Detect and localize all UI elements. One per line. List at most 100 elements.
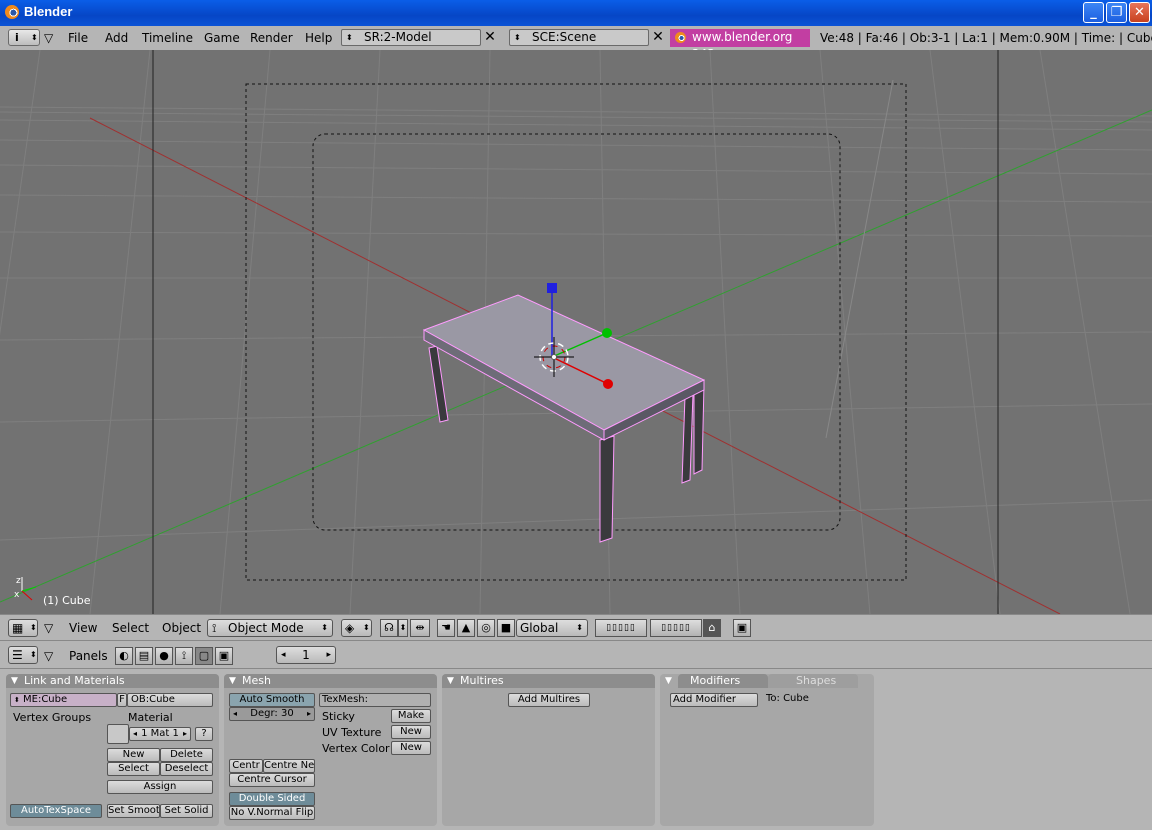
- tab-modifiers[interactable]: Modifiers: [678, 674, 768, 688]
- orientation-selector[interactable]: Global ⬍: [516, 619, 588, 637]
- tab-shapes[interactable]: Shapes: [768, 674, 858, 688]
- screen-selector[interactable]: ⬍ SR:2-Model: [341, 29, 481, 46]
- viewport-canvas[interactable]: z x: [0, 50, 1152, 614]
- object-context-icon[interactable]: ⟟: [175, 647, 193, 665]
- left-arrow-icon: ◂: [233, 709, 238, 718]
- table-mesh[interactable]: [422, 294, 706, 543]
- menu-object[interactable]: Object: [162, 621, 201, 635]
- editing-context-icon[interactable]: ▢: [195, 647, 213, 665]
- x-axis-handle[interactable]: [603, 379, 613, 389]
- centre-cursor-button[interactable]: Centre Cursor: [229, 773, 315, 787]
- delete-material-button[interactable]: Delete: [160, 748, 213, 762]
- script-context-icon[interactable]: ▤: [135, 647, 153, 665]
- window-title-bar[interactable]: Blender _ ❐ ✕: [0, 0, 1152, 26]
- mode-selector[interactable]: ⟟ Object Mode ⬍: [207, 619, 333, 637]
- uv-texture-label: UV Texture: [322, 726, 382, 739]
- hand-manipulator-icon[interactable]: ☚: [437, 619, 455, 637]
- deselect-material-button[interactable]: Deselect: [160, 762, 213, 776]
- pivot-updown-icon[interactable]: ⬍: [398, 619, 408, 637]
- updown-icon: ⬍: [30, 650, 37, 659]
- render-preview-icon[interactable]: ▣: [733, 619, 751, 637]
- fake-user-button[interactable]: F: [117, 693, 127, 707]
- uv-texture-new-button[interactable]: New: [391, 725, 431, 739]
- right-arrow-icon: ▸: [326, 650, 331, 660]
- lock-icon[interactable]: ⌂: [703, 619, 721, 637]
- updown-icon: ⬍: [321, 623, 328, 632]
- smooth-degree-field[interactable]: ◂ Degr: 30 ▸: [229, 707, 315, 721]
- collapse-triangle-icon[interactable]: ▼: [447, 674, 454, 688]
- window-type-menu[interactable]: i ⬍: [8, 29, 40, 46]
- menu-game[interactable]: Game: [204, 31, 240, 45]
- centre-new-button[interactable]: Centre Ne: [263, 759, 315, 773]
- svg-text:x: x: [14, 590, 20, 600]
- collapse-triangle-icon[interactable]: ▼: [11, 674, 18, 688]
- minimize-button[interactable]: _: [1083, 2, 1104, 23]
- delete-screen-button[interactable]: ✕: [481, 29, 499, 46]
- y-axis-handle[interactable]: [602, 328, 612, 338]
- panel-title: Link and Materials: [24, 674, 125, 687]
- panel-header[interactable]: ▼ Link and Materials: [6, 674, 219, 688]
- editor-type-menu[interactable]: ▦ ⬍: [8, 619, 38, 637]
- material-help-button[interactable]: ?: [195, 727, 213, 741]
- editor-type-menu[interactable]: ☰ ⬍: [8, 646, 38, 664]
- pivot-icon[interactable]: ☊: [380, 619, 398, 637]
- panel-header[interactable]: ▼ Multires: [442, 674, 655, 688]
- scale-icon[interactable]: ■: [497, 619, 515, 637]
- scene-selector[interactable]: ⬍ SCE:Scene: [509, 29, 649, 46]
- select-material-button[interactable]: Select: [107, 762, 160, 776]
- collapse-triangle-icon[interactable]: ▼: [665, 674, 672, 688]
- menu-select[interactable]: Select: [112, 621, 149, 635]
- collapse-menus-icon[interactable]: ▽: [44, 649, 53, 663]
- sticky-make-button[interactable]: Make: [391, 709, 431, 723]
- auto-tex-space-toggle[interactable]: AutoTexSpace: [10, 804, 102, 818]
- no-v-normal-flip-toggle[interactable]: No V.Normal Flip: [229, 806, 315, 820]
- z-axis-handle[interactable]: [547, 283, 557, 293]
- assign-material-button[interactable]: Assign: [107, 780, 213, 794]
- add-modifier-button[interactable]: Add Modifier: [670, 693, 758, 707]
- menu-file[interactable]: File: [68, 31, 88, 45]
- menu-timeline[interactable]: Timeline: [142, 31, 193, 45]
- screen-name: SR:2-Model: [364, 30, 432, 44]
- centre-button[interactable]: Centr: [229, 759, 263, 773]
- material-label: Material: [128, 711, 173, 724]
- align-icon[interactable]: ⇹: [410, 619, 430, 637]
- set-smooth-button[interactable]: Set Smoot: [107, 804, 160, 818]
- menu-view[interactable]: View: [69, 621, 97, 635]
- collapse-triangle-icon[interactable]: ▼: [229, 674, 236, 688]
- vertex-color-new-button[interactable]: New: [391, 741, 431, 755]
- shading-context-icon[interactable]: ●: [155, 647, 173, 665]
- set-solid-button[interactable]: Set Solid: [160, 804, 213, 818]
- menu-add[interactable]: Add: [105, 31, 128, 45]
- blender-url-link[interactable]: www.blender.org 243: [670, 29, 810, 61]
- 3d-viewport[interactable]: z x (1) Cube: [0, 50, 1152, 614]
- logic-context-icon[interactable]: ◐: [115, 647, 133, 665]
- auto-smooth-toggle[interactable]: Auto Smooth: [229, 693, 315, 707]
- svg-text:z: z: [16, 576, 21, 586]
- material-slot-field[interactable]: ◂ 1 Mat 1 ▸: [129, 727, 191, 741]
- panel-header[interactable]: ▼ Mesh: [224, 674, 437, 688]
- new-material-button[interactable]: New: [107, 748, 160, 762]
- close-button[interactable]: ✕: [1129, 2, 1150, 23]
- maximize-button[interactable]: ❐: [1106, 2, 1127, 23]
- rotate-icon[interactable]: ◎: [477, 619, 495, 637]
- collapse-menus-icon[interactable]: ▽: [44, 621, 53, 635]
- double-sided-toggle[interactable]: Double Sided: [229, 792, 315, 806]
- frame-number-field[interactable]: ◂ 1 ▸: [276, 646, 336, 664]
- draw-type-menu[interactable]: ◈ ⬍: [341, 619, 372, 637]
- mode-label: Object Mode: [228, 621, 304, 635]
- menu-render[interactable]: Render: [250, 31, 293, 45]
- object-name-field[interactable]: OB:Cube: [127, 693, 213, 707]
- menu-help[interactable]: Help: [305, 31, 332, 45]
- scene-context-icon[interactable]: ▣: [215, 647, 233, 665]
- material-color-swatch[interactable]: [107, 724, 129, 744]
- mesh-name-field[interactable]: ⬍ ME:Cube: [10, 693, 117, 707]
- panel-header: ▼ Modifiers Shapes: [660, 674, 874, 688]
- tex-mesh-field[interactable]: TexMesh:: [319, 693, 431, 707]
- add-multires-button[interactable]: Add Multires: [508, 693, 590, 707]
- layer-buttons-group-1[interactable]: ▯▯▯▯▯: [595, 619, 647, 637]
- translate-icon[interactable]: ▲: [457, 619, 475, 637]
- left-arrow-icon: ◂: [281, 650, 286, 660]
- layer-buttons-group-2[interactable]: ▯▯▯▯▯: [650, 619, 702, 637]
- collapse-menus-icon[interactable]: ▽: [44, 31, 53, 45]
- delete-scene-button[interactable]: ✕: [649, 29, 667, 46]
